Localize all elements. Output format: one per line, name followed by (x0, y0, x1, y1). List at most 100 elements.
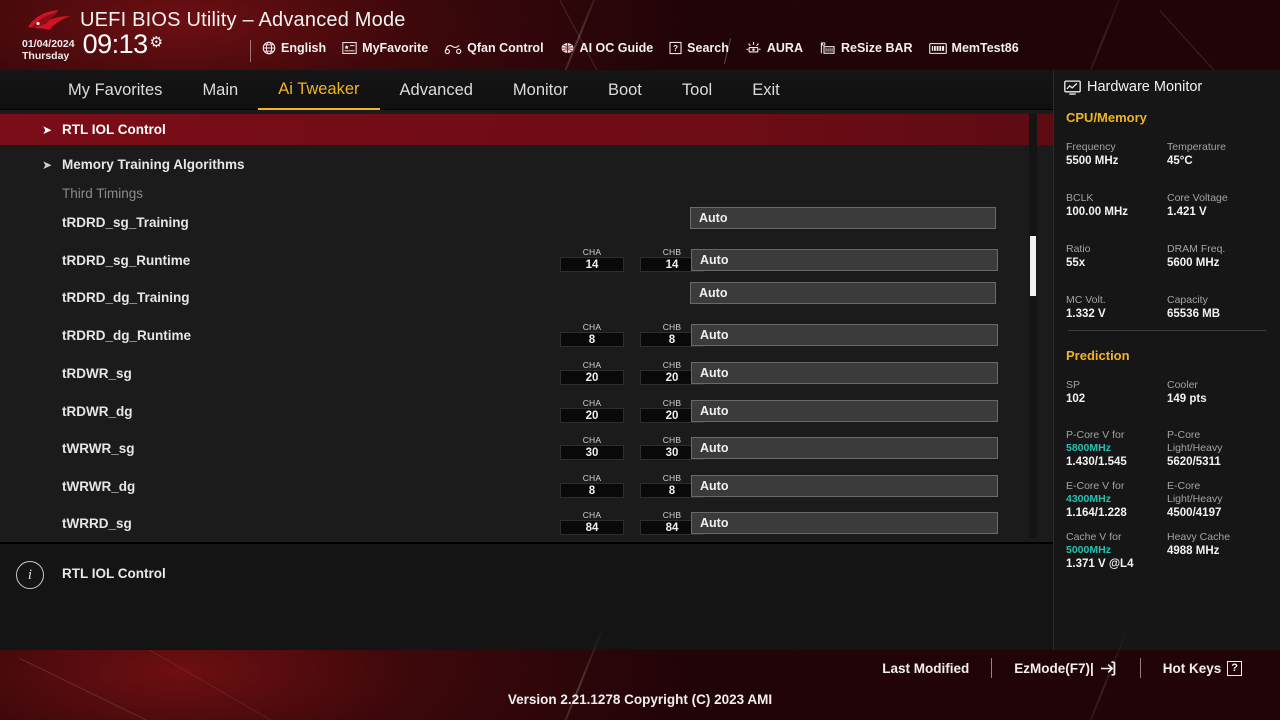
toolbar-item-ai-oc-guide[interactable]: AI OC Guide (560, 41, 654, 55)
hw-block-value: 1.371 V @L4 (1066, 558, 1134, 570)
toolbar-item-aura[interactable]: AURA (745, 41, 803, 55)
tab-my-favorites[interactable]: My Favorites (48, 71, 182, 109)
hw-item-core-voltage: Core Voltage 1.421 V (1167, 192, 1267, 220)
tab-exit[interactable]: Exit (732, 71, 800, 109)
footer: Last Modified EzMode(F7)| Hot Keys? Versio… (0, 650, 1280, 720)
footer-link-last-modified[interactable]: Last Modified (860, 661, 991, 676)
tab-main[interactable]: Main (182, 71, 258, 109)
scrollbar-thumb[interactable] (1030, 236, 1036, 296)
settings-row-trdrd-dg-training[interactable]: tRDRD_dg_Training Auto (0, 282, 1053, 313)
hw-block-key1: P-Core V for (1066, 429, 1125, 441)
toolbar-item-memtest86[interactable]: MemTest86 (928, 41, 1019, 55)
channel-a-value[interactable]: 30 (560, 445, 624, 460)
submenu-arrow-icon: ➤ (42, 157, 53, 172)
settings-row-twrwr-dg[interactable]: tWRWR_dg CHA 8 CHB 8 Auto (0, 471, 1053, 502)
hw-block-key2: 5000MHz (1066, 544, 1111, 556)
value-field-trdrd-sg-runtime[interactable]: Auto (691, 249, 998, 271)
gear-icon[interactable]: ⚙ (150, 33, 163, 51)
value-field-trdrd-dg-training[interactable]: Auto (690, 282, 996, 304)
hw-item-ratio: Ratio 55x (1066, 243, 1166, 271)
channel-a-box[interactable]: CHA 84 (560, 510, 624, 535)
channel-a-label: CHA (582, 510, 602, 520)
hw-item-value: 5500 MHz (1066, 155, 1119, 167)
header-divider (250, 40, 251, 62)
channel-a-value[interactable]: 8 (560, 483, 624, 498)
tab-boot[interactable]: Boot (588, 71, 662, 109)
value-field-twrwr-sg[interactable]: Auto (691, 437, 998, 459)
channel-a-value[interactable]: 20 (560, 370, 624, 385)
tab-tool[interactable]: Tool (662, 71, 732, 109)
settings-row-trdrd-sg-training[interactable]: tRDRD_sg_Training Auto (0, 207, 1053, 238)
hw-block-right-0: P-Core Light/Heavy 5620/5311 (1167, 429, 1267, 470)
settings-row-memory-training-algorithms[interactable]: ➤ Memory Training Algorithms (0, 149, 1053, 180)
settings-row-twrrd-sg[interactable]: tWRRD_sg CHA 84 CHB 84 Auto (0, 508, 1053, 539)
channel-a-box[interactable]: CHA 20 (560, 360, 624, 385)
channel-a-value[interactable]: 84 (560, 520, 624, 535)
tab-ai-tweaker[interactable]: Ai Tweaker (258, 70, 380, 110)
settings-row-label: RTL IOL Control (62, 122, 166, 137)
channel-a-label: CHA (582, 360, 602, 370)
hw-block-rkey2: Light/Heavy (1167, 442, 1223, 454)
hw-block-rvalue: 5620/5311 (1167, 456, 1221, 468)
hw-block-rvalue: 4500/4197 (1167, 507, 1222, 519)
hw-block-rkey2: Light/Heavy (1167, 493, 1223, 505)
scrollbar-track[interactable] (1029, 114, 1037, 538)
toolbar-item-english[interactable]: English (262, 41, 326, 55)
channel-a-box[interactable]: CHA 8 (560, 322, 624, 347)
settings-list: ➤ RTL IOL Control ➤ Memory Training Algorit… (0, 110, 1053, 542)
hw-item-value: 55x (1066, 257, 1086, 269)
hw-item-key: MC Volt. (1066, 294, 1106, 306)
channel-a-box[interactable]: CHA 8 (560, 473, 624, 498)
settings-row-trdrd-sg-runtime[interactable]: tRDRD_sg_Runtime CHA 14 CHB 14 Auto (0, 245, 1053, 276)
question-box-icon: ? (1227, 660, 1242, 676)
tab-advanced[interactable]: Advanced (380, 71, 493, 109)
settings-row-trdrd-dg-runtime[interactable]: tRDRD_dg_Runtime CHA 8 CHB 8 Auto (0, 320, 1053, 351)
channel-a-value[interactable]: 20 (560, 408, 624, 423)
toolbar-item-myfavorite[interactable]: MyFavorite (342, 41, 428, 55)
value-field-trdwr-sg[interactable]: Auto (691, 362, 998, 384)
value-field-trdwr-dg[interactable]: Auto (691, 400, 998, 422)
hw-item-key: Cooler (1167, 379, 1198, 391)
footer-links: Last Modified EzMode(F7)| Hot Keys? (860, 658, 1264, 678)
value-field-twrrd-sg[interactable]: Auto (691, 512, 998, 534)
submenu-arrow-icon: ➤ (42, 122, 53, 137)
channel-a-box[interactable]: CHA 14 (560, 247, 624, 272)
footer-link-ezmode-f7-[interactable]: EzMode(F7)| (992, 661, 1140, 676)
hw-item-key: DRAM Freq. (1167, 243, 1226, 255)
toolbar-item-qfan-control[interactable]: Qfan Control (444, 41, 544, 55)
settings-row-trdwr-sg[interactable]: tRDWR_sg CHA 20 CHB 20 Auto (0, 358, 1053, 389)
hw-block-right-2: Heavy Cache 4988 MHz (1167, 531, 1267, 559)
settings-row-rtl-iol-control[interactable]: ➤ RTL IOL Control (0, 114, 1053, 145)
channel-a-value[interactable]: 8 (560, 332, 624, 347)
lighting-icon (746, 41, 761, 53)
toolbar-label-ai-oc-guide: AI OC Guide (579, 41, 654, 55)
bios-screen: UEFI BIOS Utility – Advanced Mode 01/04/… (0, 0, 1280, 720)
settings-row-twrwr-sg[interactable]: tWRWR_sg CHA 30 CHB 30 Auto (0, 433, 1053, 464)
channel-a-box[interactable]: CHA 20 (560, 398, 624, 423)
hw-item-key: SP (1066, 379, 1081, 391)
footer-link-hot-keys[interactable]: Hot Keys? (1141, 660, 1264, 676)
header-toolbar: English MyFavorite Qfan Control AI OC Gu… (262, 41, 1019, 55)
hw-item-value: 45°C (1167, 155, 1193, 167)
value-field-trdrd-sg-training[interactable]: Auto (690, 207, 996, 229)
footer-link-label: EzMode(F7)| (1014, 660, 1094, 676)
channel-a-label: CHA (582, 473, 602, 483)
value-field-trdrd-dg-runtime[interactable]: Auto (691, 324, 998, 346)
value-field-twrwr-dg[interactable]: Auto (691, 475, 998, 497)
toolbar-item-search[interactable]: ? Search (669, 41, 729, 55)
toolbar-item-resize-bar[interactable]: ReSize BAR (819, 41, 913, 55)
settings-row-trdwr-dg[interactable]: tRDWR_dg CHA 20 CHB 20 Auto (0, 396, 1053, 427)
hw-item-key: Frequency (1066, 141, 1116, 153)
toolbar-label-search: Search (687, 41, 729, 55)
toolbar-label-memtest86: MemTest86 (951, 41, 1019, 55)
channel-value-group: CHA 20 CHB 20 (560, 360, 704, 385)
help-bar: i RTL IOL Control (0, 542, 1053, 650)
hw-item-key: BCLK (1066, 192, 1094, 204)
hw-block-left-2: Cache V for 5000MHz 1.371 V @L4 (1066, 531, 1166, 572)
channel-a-box[interactable]: CHA 30 (560, 435, 624, 460)
tab-monitor[interactable]: Monitor (493, 71, 588, 109)
channel-a-value[interactable]: 14 (560, 257, 624, 272)
toolbar-label-english: English (281, 41, 327, 55)
hw-item-value: 100.00 MHz (1066, 206, 1129, 218)
hw-item-key: Capacity (1167, 294, 1208, 306)
